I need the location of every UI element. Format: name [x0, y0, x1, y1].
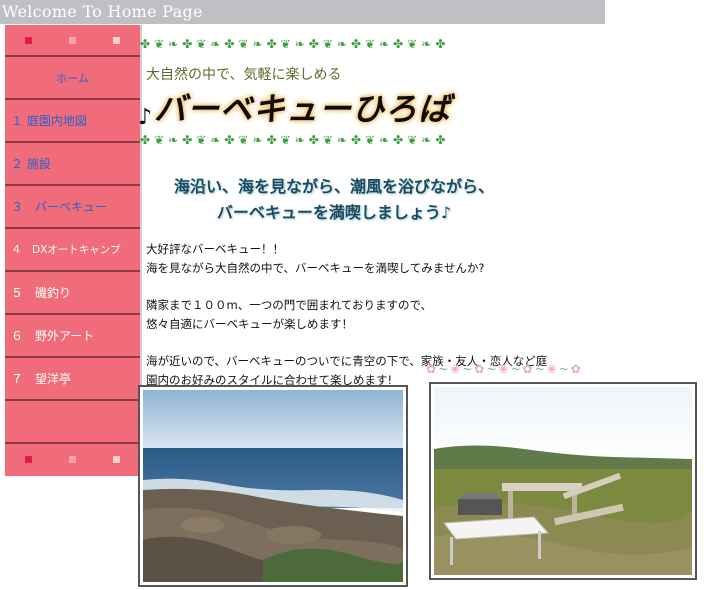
decor-square-icon [113, 456, 120, 463]
decor-square-icon [25, 456, 32, 463]
decor-square-icon [69, 37, 76, 44]
nav-item-rock-fishing[interactable]: ５ 磯釣り [5, 272, 140, 315]
paragraph: 大好評なバーベキュー！！ 海を見ながら大自然の中で、バーベキューを満喫してみませ… [146, 242, 485, 275]
nav-bottom-cap [5, 444, 140, 476]
site-title: Welcome To Home Page [2, 2, 203, 21]
logo-text: バーベキューひろば [154, 90, 452, 128]
headline: 海沿い、海を見ながら、潮風を浴びながら、 バーベキューを満喫しましょう♪ [140, 174, 528, 226]
nav-item-outdoor-art[interactable]: ６ 野外アート [5, 315, 140, 358]
decor-square-icon [113, 37, 120, 44]
photo-seaside-rocks [138, 385, 408, 587]
hero-logo: ♪ バーベキューひろば [138, 86, 451, 130]
nav-top-cap [5, 25, 140, 57]
nav-item-home[interactable]: ホーム [5, 57, 140, 100]
leaf-garland-icon: ✤ ❦ ❧ ✤ ❦ ❧ ✤ ❦ ❧ ✤ ❦ ❧ ✤ ❦ ❧ ✤ ❦ ❧ ✤ ❦ ❧ ✤ [140, 133, 446, 147]
decor-square-icon [25, 37, 32, 44]
leaf-garland-icon: ✤ ❦ ❧ ✤ ❦ ❧ ✤ ❦ ❧ ✤ ❦ ❧ ✤ ❦ ❧ ✤ ❦ ❧ ✤ ❦ ❧ ✤ [140, 37, 446, 51]
headline-line: バーベキューを満喫しましょう♪ [216, 203, 452, 222]
paragraph: 隣家まで１００m、一つの門で囲まれておりますので、 悠々自適にバーベキューが楽し… [146, 298, 433, 331]
sidebar-nav: ホーム １ 庭園内地図 ２ 施設 ３ バーベキュー ４ DXオートキャンプ ５ … [5, 25, 142, 476]
nav-item-barbecue[interactable]: ３ バーベキュー [5, 186, 140, 229]
decor-square-icon [69, 456, 76, 463]
seaside-image [143, 390, 403, 582]
nav-item-dx-auto-camp[interactable]: ４ DXオートキャンプ [5, 229, 140, 272]
nav-item-boyotei[interactable]: ７ 望洋亭 [5, 358, 140, 401]
photo-bbq-area [429, 382, 697, 580]
nav-item-garden-map[interactable]: １ 庭園内地図 [5, 100, 140, 143]
headline-line: 海沿い、海を見ながら、潮風を浴びながら、 [173, 177, 494, 196]
nav-item-facilities[interactable]: ２ 施設 [5, 143, 140, 186]
music-note-icon: ♪ [138, 105, 153, 130]
nav-empty-slot [5, 401, 140, 444]
flower-garland-icon: ✿ ~ ❀ ~ ✿ ~ ❀ ~ ✿ ~ ❀ ~ ✿ [426, 362, 581, 376]
top-banner: Welcome To Home Page [0, 0, 605, 24]
bbq-image [434, 387, 692, 575]
hero-tagline: 大自然の中で、気軽に楽しめる [146, 67, 342, 83]
